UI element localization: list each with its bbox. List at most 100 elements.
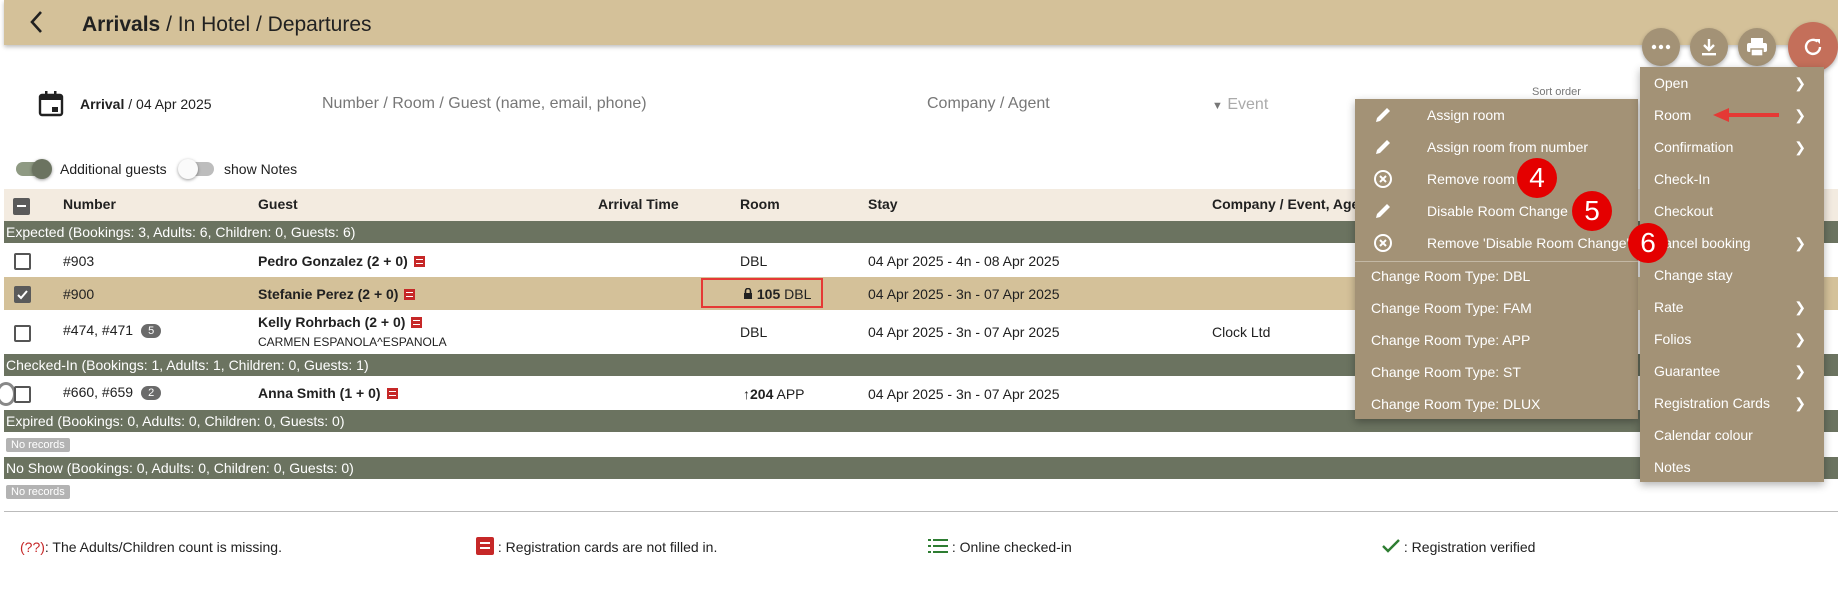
refresh-icon xyxy=(1804,38,1822,56)
refresh-button[interactable] xyxy=(1788,22,1838,72)
legend-missing-text: : The Adults/Children count is missing. xyxy=(44,539,282,555)
arrival-date-field[interactable]: Arrival / 04 Apr 2025 xyxy=(80,96,212,112)
menu-item-guarantee[interactable]: Guarantee xyxy=(1654,363,1720,379)
pencil-icon xyxy=(1373,137,1393,160)
select-all-checkbox[interactable] xyxy=(13,198,30,215)
additional-guests-toggle[interactable] xyxy=(16,159,52,179)
red-arrow-icon xyxy=(1711,107,1781,128)
stay-range: 04 Apr 2025 - 3n - 07 Apr 2025 xyxy=(868,386,1060,402)
registration-card-icon xyxy=(413,255,425,267)
legend-verified-text: : Registration verified xyxy=(1403,539,1536,555)
chevron-right-icon: ❯ xyxy=(1794,75,1806,91)
event-dropdown[interactable]: ▼ Event xyxy=(1212,96,1268,114)
row-checkbox[interactable] xyxy=(14,386,31,403)
row-checkbox[interactable] xyxy=(14,325,31,342)
print-icon xyxy=(1747,38,1767,57)
col-company[interactable]: Company / Event, Agen xyxy=(1212,196,1368,212)
row-checkbox[interactable] xyxy=(14,253,31,270)
menu-item-label: Disable Room Change xyxy=(1427,203,1568,219)
change-room-type-app[interactable]: Change Room Type: APP xyxy=(1371,332,1530,348)
crumb-arrivals[interactable]: Arrivals xyxy=(82,13,160,36)
col-guest[interactable]: Guest xyxy=(258,196,298,212)
calendar-icon[interactable] xyxy=(38,90,64,123)
menu-item-calendar-colour[interactable]: Calendar colour xyxy=(1654,427,1753,443)
room-type: DBL xyxy=(740,324,768,340)
remove-disable-room-change-item[interactable]: Remove 'Disable Room Change' xyxy=(1355,227,1638,259)
show-notes-label: show Notes xyxy=(224,161,298,177)
checklist-icon xyxy=(928,539,952,555)
back-chevron-icon[interactable] xyxy=(26,9,48,39)
show-notes-toggle[interactable] xyxy=(178,159,214,179)
search-input[interactable]: Number / Room / Guest (name, email, phon… xyxy=(322,95,647,113)
guest-name: Stefanie Perez (2 + 0) xyxy=(258,286,399,302)
download-button[interactable] xyxy=(1690,28,1728,66)
pencil-icon xyxy=(1373,105,1393,128)
room-cell: ↑204 APP xyxy=(743,386,805,402)
caret-down-icon: ▼ xyxy=(1212,100,1223,112)
col-number[interactable]: Number xyxy=(63,196,116,212)
menu-item-room[interactable]: Room xyxy=(1654,107,1691,123)
crumb-in-hotel[interactable]: In Hotel xyxy=(178,13,250,36)
change-room-type-dlux[interactable]: Change Room Type: DLUX xyxy=(1371,396,1540,412)
chevron-right-icon: ❯ xyxy=(1794,235,1806,251)
assign-room-item[interactable]: Assign room xyxy=(1355,99,1638,131)
guest-cell[interactable]: Kelly Rohrbach (2 + 0) xyxy=(258,314,423,330)
guest-subtitle: CARMEN ESPANOLA^ESPANOLA xyxy=(258,335,447,349)
menu-item-change-stay[interactable]: Change stay xyxy=(1654,267,1733,283)
menu-item-registration-cards[interactable]: Registration Cards xyxy=(1654,395,1770,411)
menu-item-check-in[interactable]: Check-In xyxy=(1654,171,1710,187)
legend-regcard: : Registration cards are not filled in. xyxy=(476,537,717,557)
chevron-right-icon: ❯ xyxy=(1794,139,1806,155)
menu-item-rate[interactable]: Rate xyxy=(1654,299,1684,315)
change-room-type-fam[interactable]: Change Room Type: FAM xyxy=(1371,300,1532,316)
registration-card-icon xyxy=(411,316,423,328)
stay-range: 04 Apr 2025 - 3n - 07 Apr 2025 xyxy=(868,286,1060,302)
menu-item-confirmation[interactable]: Confirmation xyxy=(1654,139,1733,155)
col-room[interactable]: Room xyxy=(740,196,780,212)
menu-item-checkout[interactable]: Checkout xyxy=(1654,203,1713,219)
group-no-show: No Show (Bookings: 0, Adults: 0, Childre… xyxy=(4,457,1838,479)
change-room-type-dbl[interactable]: Change Room Type: DBL xyxy=(1371,268,1530,284)
booking-number-cell: #660, #659 2 xyxy=(63,384,162,401)
row-checkbox[interactable] xyxy=(14,286,31,303)
guest-cell[interactable]: Stefanie Perez (2 + 0) xyxy=(258,286,416,302)
legend-missing: (??): The Adults/Children count is missi… xyxy=(20,539,282,555)
guest-cell[interactable]: Anna Smith (1 + 0) xyxy=(258,385,398,401)
room-number: 204 xyxy=(750,386,774,402)
booking-number: #900 xyxy=(63,286,95,302)
menu-item-open[interactable]: Open xyxy=(1654,75,1688,91)
change-room-type-st[interactable]: Change Room Type: ST xyxy=(1371,364,1521,380)
crumb-departures[interactable]: Departures xyxy=(268,13,372,36)
booking-count-badge: 5 xyxy=(141,324,162,339)
company-agent-input[interactable]: Company / Agent xyxy=(927,95,1050,113)
crumb-separator: / xyxy=(166,13,172,36)
menu-divider xyxy=(1355,261,1638,262)
menu-item-label: Check-In xyxy=(1654,171,1711,187)
menu-item-label: Notes xyxy=(1654,459,1691,475)
guest-name: Kelly Rohrbach (2 + 0) xyxy=(258,314,406,330)
chevron-right-icon: ❯ xyxy=(1794,363,1806,379)
col-stay[interactable]: Stay xyxy=(868,196,898,212)
assign-room-from-number-item[interactable]: Assign room from number xyxy=(1355,131,1638,163)
divider xyxy=(4,511,1838,512)
sort-order-label: Sort order xyxy=(1532,86,1581,98)
menu-item-label: Open xyxy=(1654,75,1689,91)
breadcrumb: Arrivals / In Hotel / Departures xyxy=(82,13,372,37)
registration-card-icon xyxy=(404,288,416,300)
menu-item-folios[interactable]: Folios xyxy=(1654,331,1691,347)
remove-room-item[interactable]: Remove room xyxy=(1355,163,1638,195)
step-marker-6: 6 xyxy=(1628,223,1668,263)
print-button[interactable] xyxy=(1738,28,1776,66)
booking-number: #660, #659 xyxy=(63,384,134,400)
chevron-right-icon: ❯ xyxy=(1794,299,1806,315)
menu-item-label: Change stay xyxy=(1654,267,1733,283)
remove-circle-icon xyxy=(1373,233,1393,256)
toggle-knob xyxy=(32,159,52,179)
more-button[interactable] xyxy=(1642,28,1680,66)
arrow-up-icon: ↑ xyxy=(743,386,750,402)
room-type: DBL xyxy=(740,253,768,269)
menu-item-notes[interactable]: Notes xyxy=(1654,459,1691,475)
menu-item-cancel-booking[interactable]: Cancel booking xyxy=(1654,235,1751,251)
guest-cell[interactable]: Pedro Gonzalez (2 + 0) xyxy=(258,253,425,269)
col-arrival-time[interactable]: Arrival Time xyxy=(598,196,679,212)
